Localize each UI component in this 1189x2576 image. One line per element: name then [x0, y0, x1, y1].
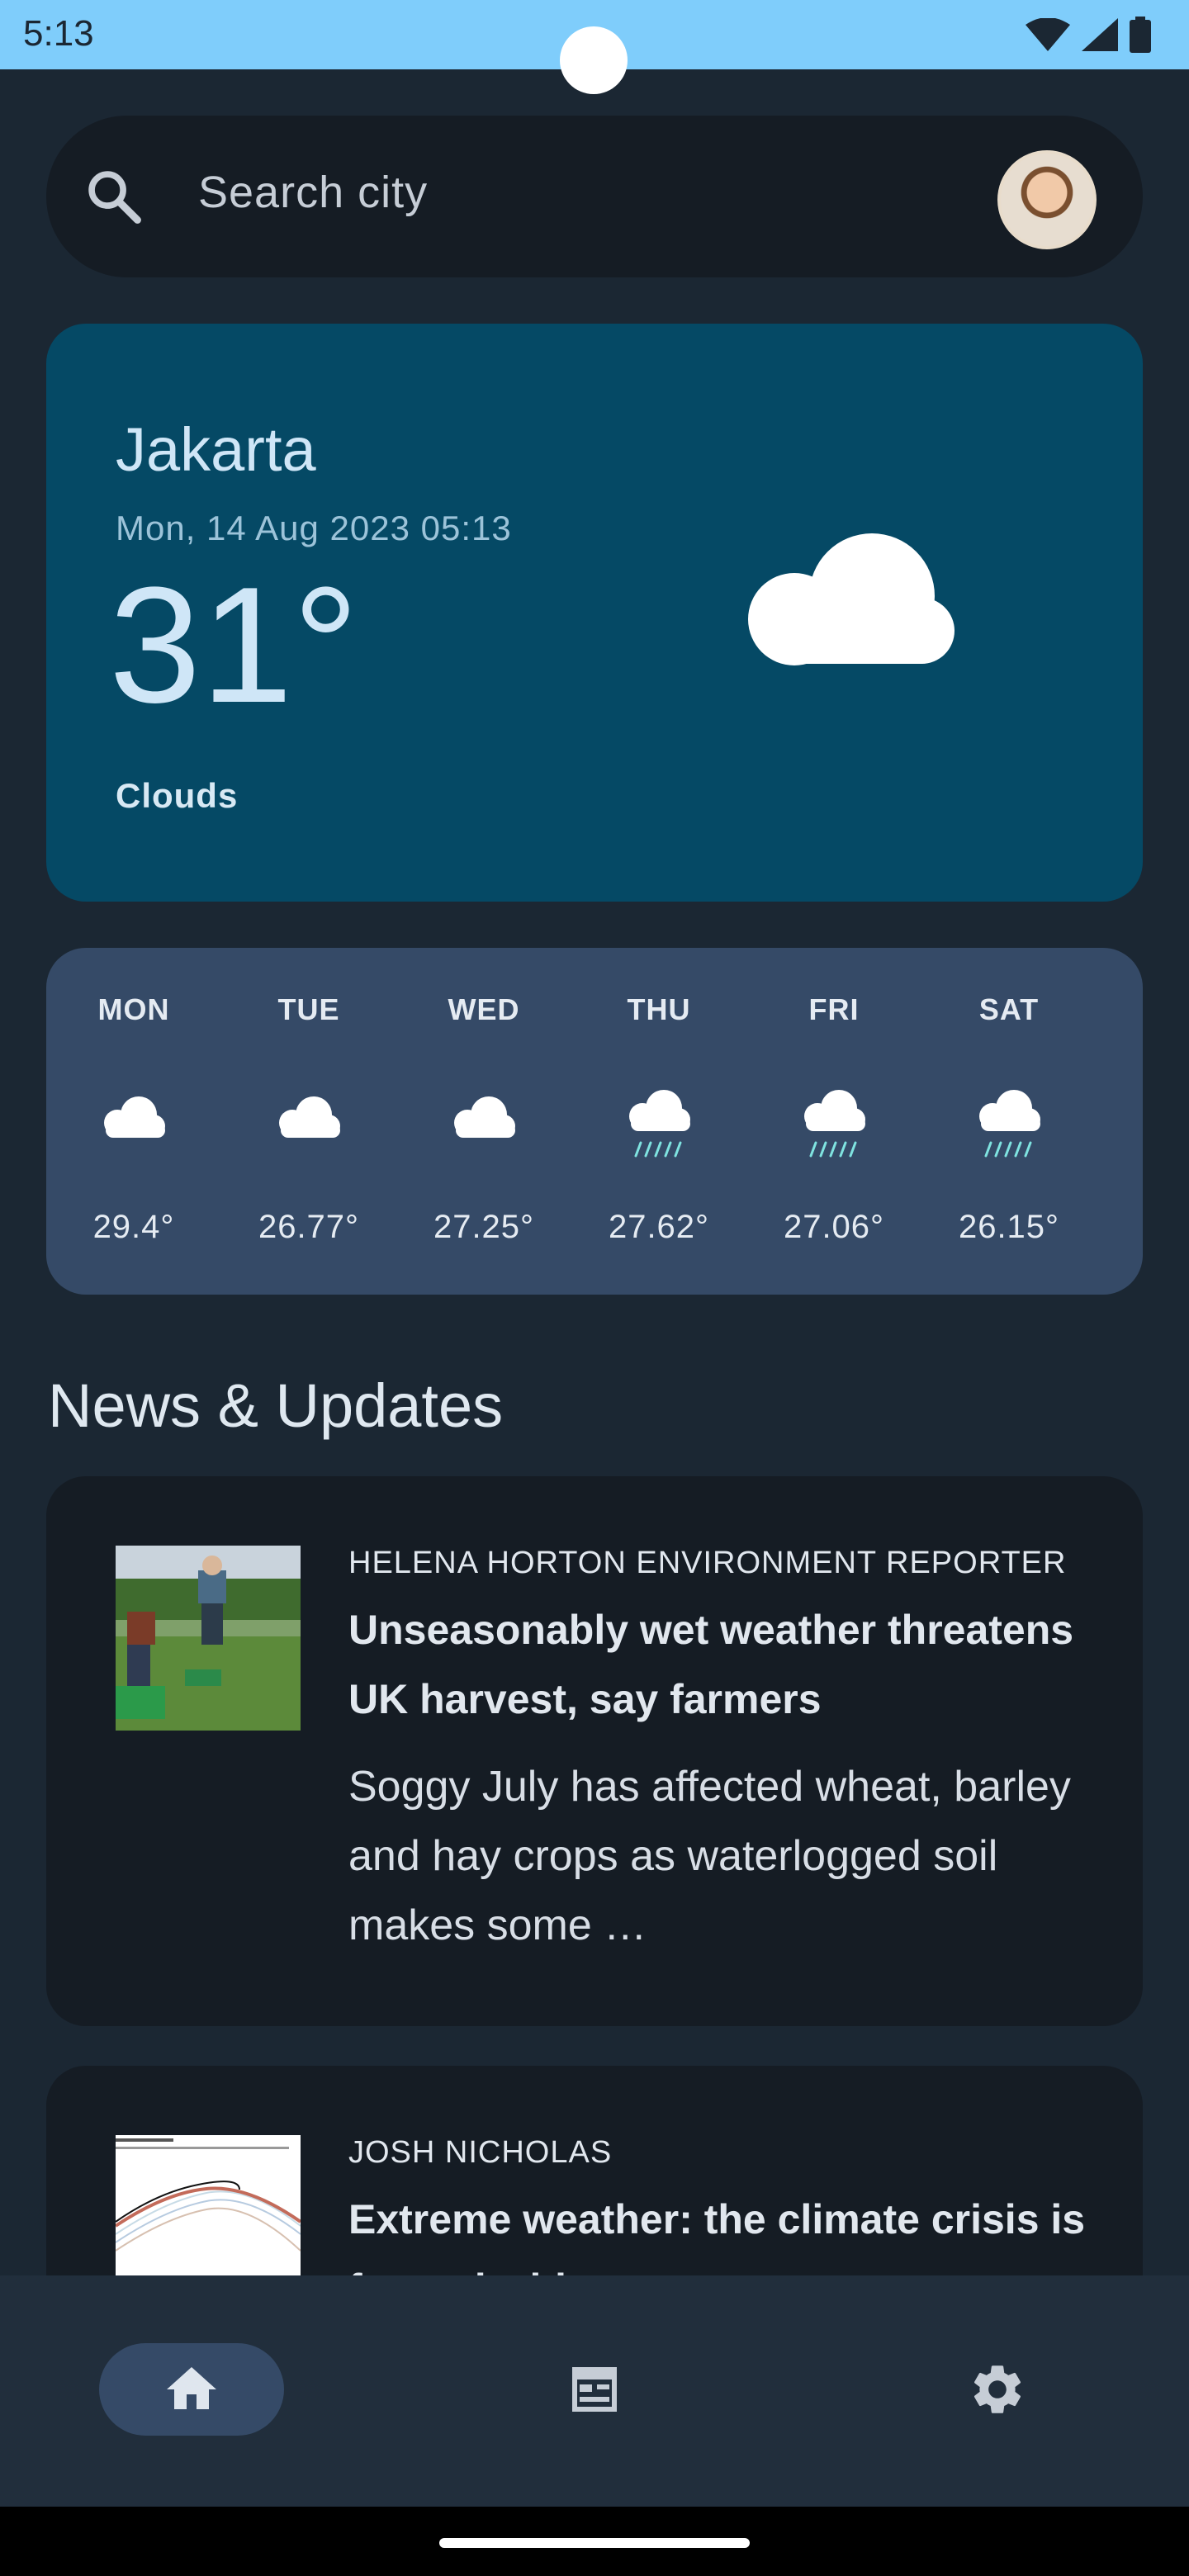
news-headline[interactable]: Unseasonably wet weather threatens UK ha… — [348, 1595, 1092, 1734]
forecast-temperature: 27.25° — [433, 1209, 535, 1245]
gesture-bar — [0, 2507, 1189, 2576]
status-icons — [1026, 15, 1151, 54]
current-condition: Clouds — [116, 776, 239, 815]
forecast-day: TUE 26.77° — [221, 948, 396, 1295]
forecast-day: WED 27.25° — [396, 948, 571, 1295]
camera-cutout — [560, 26, 628, 94]
status-time: 5:13 — [23, 13, 94, 54]
signal-icon — [1082, 18, 1118, 51]
forecast-day-name: WED — [448, 992, 520, 1026]
avatar[interactable] — [997, 150, 1097, 249]
news-section-title: News & Updates — [48, 1371, 504, 1440]
rain-cloud-icon — [979, 1090, 1040, 1158]
newspaper-icon — [572, 2367, 617, 2412]
home-indicator[interactable] — [439, 2538, 750, 2548]
search-input[interactable]: Search city — [198, 167, 428, 218]
search-icon[interactable] — [83, 165, 145, 228]
forecast-temperature: 27.62° — [608, 1209, 710, 1245]
news-card[interactable]: HELENA HORTON ENVIRONMENT REPORTER Unsea… — [46, 1476, 1143, 2026]
city-name: Jakarta — [116, 415, 316, 484]
search-bar[interactable]: Search city — [46, 116, 1143, 277]
rain-cloud-icon — [629, 1090, 690, 1158]
forecast-temperature: 26.15° — [958, 1209, 1060, 1245]
forecast-temperature: 27.06° — [783, 1209, 885, 1245]
forecast-card: MON 29.4° TUE 26.77° WED 27.25° THU 27.62° FRI 27… — [46, 948, 1143, 1295]
current-weather-card: Jakarta Mon, 14 Aug 2023 05:13 31° Cloud… — [46, 324, 1143, 902]
wifi-icon — [1026, 18, 1070, 51]
cloud-icon — [104, 1096, 165, 1138]
news-author: HELENA HORTON ENVIRONMENT REPORTER — [348, 1546, 1067, 1580]
news-thumbnail — [116, 1546, 301, 1731]
bottom-navigation — [0, 2275, 1189, 2507]
forecast-day-name: FRI — [808, 992, 860, 1026]
nav-news[interactable] — [502, 2343, 687, 2436]
cloud-icon — [454, 1096, 515, 1138]
forecast-temperature: 29.4° — [92, 1209, 175, 1245]
current-date: Mon, 14 Aug 2023 05:13 — [116, 509, 512, 547]
forecast-day-name: MON — [97, 992, 170, 1026]
cloud-icon — [279, 1096, 340, 1138]
current-temperature: 31° — [109, 553, 359, 737]
forecast-day-name: SAT — [978, 992, 1040, 1026]
news-author: JOSH NICHOLAS — [348, 2135, 613, 2170]
forecast-day-name: TUE — [277, 992, 340, 1026]
nav-home[interactable] — [99, 2343, 284, 2436]
cloud-icon — [748, 533, 955, 665]
gear-icon — [973, 2365, 1021, 2413]
forecast-temperature: 26.77° — [258, 1209, 360, 1245]
forecast-day: FRI 27.06° — [746, 948, 921, 1295]
forecast-day: MON 29.4° — [46, 948, 221, 1295]
forecast-day: SAT 26.15° — [921, 948, 1097, 1295]
nav-settings[interactable] — [905, 2343, 1090, 2436]
news-summary: Soggy July has affected wheat, barley an… — [348, 1763, 1071, 1949]
home-icon — [167, 2367, 216, 2409]
forecast-day: THU 27.62° — [571, 948, 746, 1295]
battery-icon — [1130, 17, 1151, 53]
rain-cloud-icon — [804, 1090, 865, 1158]
forecast-day-name: THU — [627, 992, 691, 1026]
